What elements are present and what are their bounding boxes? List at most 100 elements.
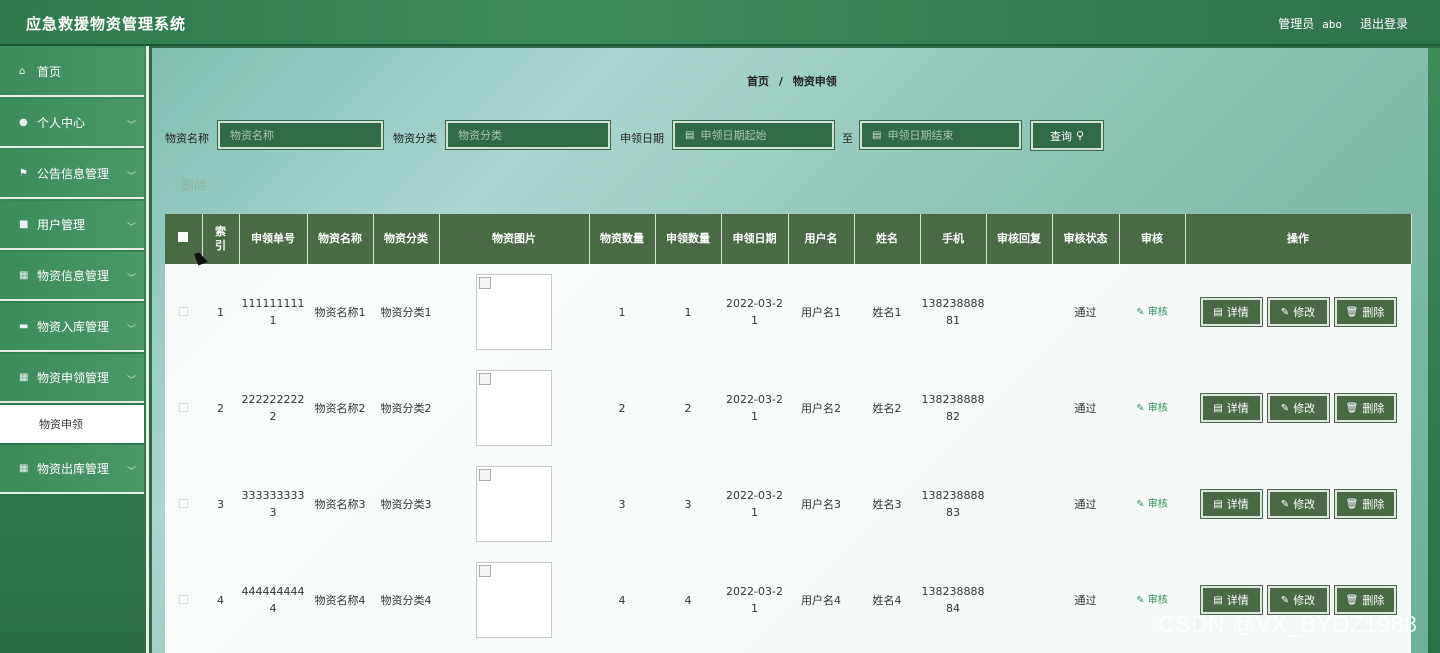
delete-button-label: 删除 — [1362, 593, 1385, 607]
edit-button[interactable]: ✎ 修改 — [1267, 586, 1329, 614]
delete-button[interactable]: 🗑 删除 — [1334, 298, 1396, 326]
logout-link[interactable]: 退出登录 — [1360, 15, 1408, 32]
edit-pen-icon: ✎ — [1136, 403, 1148, 414]
edit-pen-icon: ✎ — [1136, 307, 1148, 318]
sidebar-item-goods-info[interactable]: ▦ 物资信息管理 ﹀ — [0, 252, 144, 301]
table-row: 1 111111111 1 物资名称1 物资分类1 1 1 2022-03-2 1 用户名1 姓… — [165, 264, 1411, 360]
sidebar-item-personal-center[interactable]: ● 个人中心 ﹀ — [0, 99, 144, 148]
audit-link[interactable]: ✎ 审核 — [1136, 499, 1168, 510]
edit-button[interactable]: ✎ 修改 — [1267, 394, 1329, 422]
document-icon: ▤ — [1213, 402, 1223, 414]
select-all-checkbox[interactable] — [178, 232, 189, 242]
audit-link[interactable]: ✎ 审核 — [1136, 403, 1168, 414]
col-header-operations: 操作 — [1185, 214, 1412, 264]
cell-realname: 姓名3 — [872, 497, 902, 511]
cell-audit: ✎ 审核 — [1119, 264, 1185, 360]
audit-link[interactable]: ✎ 审核 — [1136, 595, 1168, 606]
row-select-cell[interactable] — [165, 360, 202, 456]
breadcrumb: 首页 / 物资申领 — [747, 73, 837, 89]
cell-goods-image — [439, 456, 589, 552]
calendar-icon: ▤ — [872, 129, 882, 141]
sidebar-subitem-goods-apply[interactable]: 物资申领 — [0, 405, 144, 443]
col-header-apply-qty: 申领数量 — [655, 214, 722, 264]
sidebar-item-label: 首页 — [37, 65, 62, 79]
apply-date-start-placeholder: 申领日期起始 — [700, 129, 767, 142]
sidebar-item-notice[interactable]: ⚑ 公告信息管理 ﹀ — [0, 150, 144, 199]
cell-audit-reply — [986, 360, 1052, 456]
trash-icon: 🗑 — [1345, 594, 1359, 606]
cell-audit: ✎ 审核 — [1119, 456, 1185, 552]
col-header-phone: 手机 — [920, 214, 987, 264]
search-button[interactable]: 查询 ⚲ — [1031, 121, 1103, 150]
app-title: 应急救援物资管理系统 — [26, 15, 187, 33]
detail-button-label: 详情 — [1226, 497, 1249, 511]
cell-audit-reply — [986, 264, 1052, 360]
detail-button[interactable]: ▤ 详情 — [1200, 394, 1262, 422]
cell-apply-qty: 4 — [684, 593, 692, 607]
cell-audit-status: 通过 — [1074, 497, 1097, 511]
cell-username: 用户名3 — [801, 497, 841, 511]
col-header-realname: 姓名 — [854, 214, 921, 264]
cell-index: 4 — [217, 593, 224, 607]
row-select-cell[interactable] — [165, 552, 202, 648]
cell-apply-date: 2022-03-2 1 — [726, 585, 783, 615]
table-row: 2 222222222 2 物资名称2 物资分类2 2 2 2022-03-2 1 用户名2 姓… — [165, 360, 1411, 456]
delete-button[interactable]: 🗑 删除 — [1334, 394, 1396, 422]
grid-icon: ▦ — [19, 270, 29, 281]
cell-goods-name: 物资名称3 — [314, 497, 366, 511]
cell-goods-category: 物资分类4 — [380, 593, 432, 607]
grid-icon: ▦ — [19, 372, 29, 383]
chevron-down-icon: ﹀ — [126, 172, 136, 182]
flag-icon: ⚑ — [19, 168, 28, 179]
detail-button[interactable]: ▤ 详情 — [1200, 586, 1262, 614]
sidebar-item-goods-in[interactable]: ▬ 物资入库管理 ﹀ — [0, 303, 144, 352]
apply-date-end-input[interactable]: ▤ 申领日期结束 — [860, 121, 1021, 149]
document-icon: ▤ — [1213, 594, 1223, 606]
right-edge-bar — [1428, 48, 1440, 653]
edit-button[interactable]: ✎ 修改 — [1267, 298, 1329, 326]
row-checkbox[interactable] — [179, 306, 188, 316]
row-select-cell[interactable] — [165, 456, 202, 552]
detail-button-label: 详情 — [1226, 401, 1249, 415]
goods-category-input[interactable]: 物资分类 — [446, 121, 610, 149]
goods-name-input[interactable]: 物资名称 — [218, 121, 383, 149]
delete-button-label: 删除 — [1362, 401, 1385, 415]
delete-button-label: 删除 — [1362, 497, 1385, 511]
cell-apply-qty: 2 — [684, 401, 692, 415]
top-header: 应急救援物资管理系统 管理员 abo 退出登录 — [0, 0, 1440, 46]
cell-username: 用户名2 — [801, 401, 841, 415]
table-row: 3 333333333 3 物资名称3 物资分类3 3 3 2022-03-2 1 用户名3 姓… — [165, 456, 1411, 552]
edit-pen-icon: ✎ — [1136, 595, 1148, 606]
edit-pen-icon: ✎ — [1280, 594, 1290, 606]
cell-audit: ✎ 审核 — [1119, 360, 1185, 456]
cell-username: 用户名1 — [801, 305, 841, 319]
search-icon: ⚲ — [1075, 129, 1085, 142]
row-select-cell[interactable] — [165, 264, 202, 360]
sidebar-item-users[interactable]: ■ 用户管理 ﹀ — [0, 201, 144, 250]
detail-button[interactable]: ▤ 详情 — [1200, 298, 1262, 326]
delete-button[interactable]: 🗑 删除 — [1334, 490, 1396, 518]
sidebar-item-label: 物资入库管理 — [37, 320, 110, 334]
edit-pen-icon: ✎ — [1136, 499, 1148, 510]
sidebar-item-goods-out[interactable]: ▦ 物资出库管理 ﹀ — [0, 445, 144, 494]
cell-goods-image — [439, 264, 589, 360]
audit-link[interactable]: ✎ 审核 — [1136, 307, 1168, 318]
sidebar-item-label: 物资信息管理 — [37, 269, 110, 283]
sidebar-item-goods-apply[interactable]: ▦ 物资申领管理 ﹀ — [0, 354, 144, 403]
document-icon: ▤ — [1213, 498, 1223, 510]
detail-button[interactable]: ▤ 详情 — [1200, 490, 1262, 518]
cell-apply-date: 2022-03-2 1 — [726, 393, 783, 423]
edit-button[interactable]: ✎ 修改 — [1267, 490, 1329, 518]
row-checkbox[interactable] — [179, 402, 188, 412]
breadcrumb-home[interactable]: 首页 — [747, 75, 769, 88]
edit-pen-icon: ✎ — [1280, 402, 1290, 414]
sidebar-item-label: 物资出库管理 — [37, 462, 110, 476]
bulk-delete-button[interactable]: 删除 — [181, 175, 207, 194]
edit-button-label: 修改 — [1293, 497, 1316, 511]
apply-date-start-input[interactable]: ▤ 申领日期起始 — [673, 121, 834, 149]
row-checkbox[interactable] — [179, 498, 188, 508]
delete-button[interactable]: 🗑 删除 — [1334, 586, 1396, 614]
sidebar-item-home[interactable]: ⌂ 首页 — [0, 48, 144, 97]
goods-image — [476, 370, 552, 446]
row-checkbox[interactable] — [179, 594, 188, 604]
